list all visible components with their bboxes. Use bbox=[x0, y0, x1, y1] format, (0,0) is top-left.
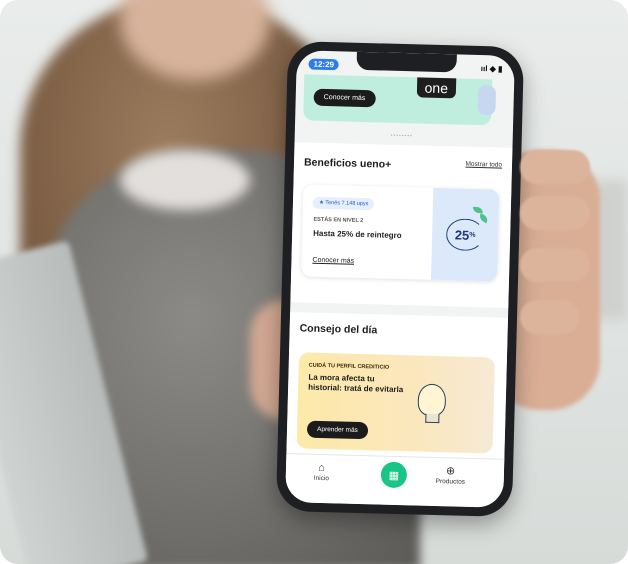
leaf-icon bbox=[472, 206, 483, 214]
status-time: 12:29 bbox=[308, 58, 340, 70]
promo-conocer-mas-button[interactable]: Conocer más bbox=[313, 88, 376, 108]
grid-icon: ▦ bbox=[388, 469, 400, 482]
percent-sign: % bbox=[469, 231, 476, 239]
bottom-tab-bar: ⌂ Inicio ▦ ⊕ Productos bbox=[285, 453, 505, 508]
leaf-icon bbox=[477, 212, 490, 224]
percent-value: 25 bbox=[454, 226, 470, 243]
benefit-conocer-mas-link[interactable]: Conocer más bbox=[312, 257, 354, 265]
finger bbox=[520, 300, 580, 334]
promo-logo: one bbox=[416, 77, 457, 99]
products-icon: ⊕ bbox=[445, 465, 456, 478]
photo-frame: 12:29 ııl ◆ ▮ Conocer más one •••••••• B… bbox=[0, 0, 628, 564]
benefit-card[interactable]: ★ Tenés 7.148 upys ESTÁS EN NIVEL 2 Hast… bbox=[301, 184, 500, 282]
tab-inicio[interactable]: ⌂ Inicio bbox=[314, 461, 330, 482]
background-person-collar bbox=[120, 150, 250, 210]
finger bbox=[520, 150, 590, 184]
smartphone: 12:29 ııl ◆ ▮ Conocer más one •••••••• B… bbox=[275, 40, 525, 518]
benefits-section: Beneficios ueno+ Mostrar todo ★ Tenés 7.… bbox=[290, 142, 513, 308]
carousel-pager: •••••••• bbox=[390, 132, 413, 140]
show-all-benefits-link[interactable]: Mostrar todo bbox=[465, 161, 502, 169]
lightbulb-base-icon bbox=[425, 413, 440, 424]
learn-more-button[interactable]: Aprender más bbox=[306, 420, 369, 440]
home-icon: ⌂ bbox=[318, 461, 326, 475]
cashback-illustration: 25% bbox=[430, 187, 500, 282]
tab-center-action[interactable]: ▦ bbox=[380, 461, 408, 489]
tip-section-title: Consejo del día bbox=[299, 322, 378, 337]
promo-card[interactable]: Conocer más one bbox=[303, 74, 497, 126]
percent-badge-icon: 25% bbox=[445, 218, 485, 252]
benefits-title: Beneficios ueno+ bbox=[303, 156, 392, 171]
benefit-headline: Hasta 25% de reintegro bbox=[313, 228, 402, 241]
tab-productos[interactable]: ⊕ Productos bbox=[435, 464, 466, 486]
finger bbox=[520, 248, 590, 282]
tab-productos-label: Productos bbox=[435, 478, 466, 486]
next-promo-card[interactable] bbox=[477, 84, 497, 116]
tab-inicio-label: Inicio bbox=[313, 474, 330, 483]
lightbulb-icon bbox=[417, 383, 447, 417]
signal-wifi-battery-icon: ııl ◆ ▮ bbox=[480, 63, 503, 74]
upys-badge: ★ Tenés 7.148 upys bbox=[312, 196, 375, 211]
finger bbox=[520, 196, 590, 230]
phone-screen: 12:29 ııl ◆ ▮ Conocer más one •••••••• B… bbox=[285, 50, 515, 508]
level-label: ESTÁS EN NIVEL 2 bbox=[313, 216, 364, 225]
tip-card[interactable]: CUIDÁ TU PERFIL CREDITICIO La mora afect… bbox=[296, 352, 495, 454]
tip-kicker: CUIDÁ TU PERFIL CREDITICIO bbox=[308, 362, 390, 371]
tip-title: La mora afecta tu historial: tratá de ev… bbox=[308, 372, 404, 395]
